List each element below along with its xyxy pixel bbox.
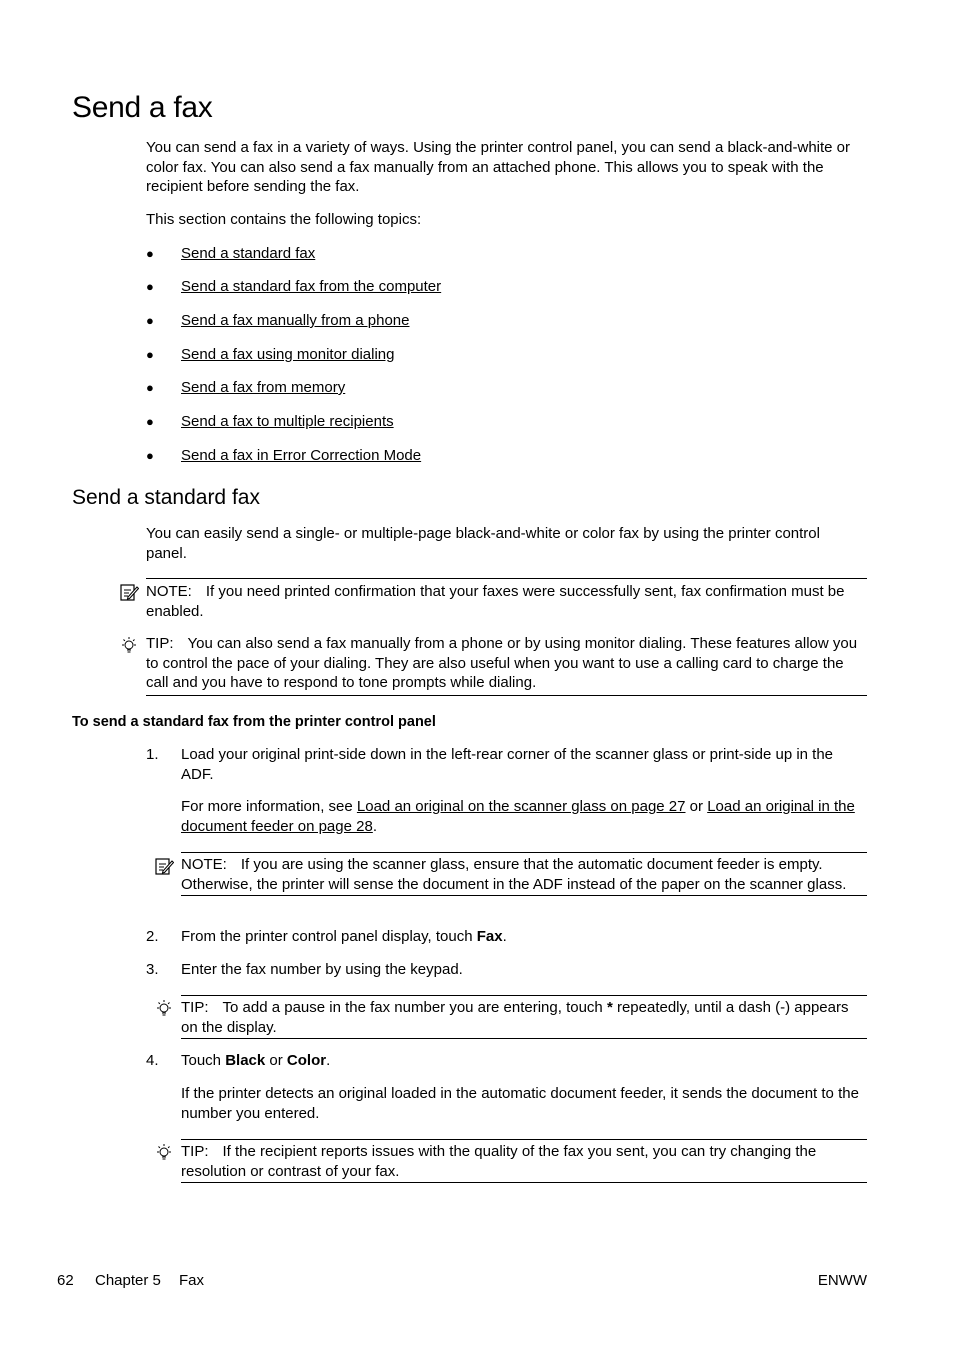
color-button-ref: Color: [286, 1052, 327, 1069]
step-number: 2.: [146, 928, 159, 945]
note-text: If you need printed confirmation that yo…: [146, 583, 845, 620]
lightbulb-icon: [157, 1144, 171, 1160]
topic-link[interactable]: Send a fax manually from a phone: [181, 311, 409, 331]
step-number: 3.: [146, 961, 159, 978]
intro-paragraph: You can send a fax in a variety of ways.…: [146, 139, 851, 195]
note-box: NOTE: If you need printed confirmation th…: [120, 578, 867, 621]
more-info-mid: or: [685, 798, 708, 815]
step-text: Touch Black or Color.: [181, 1051, 330, 1071]
tip-text: You can also send a fax manually from a …: [146, 635, 858, 691]
step-number: 4.: [146, 1052, 159, 1069]
note-text: If you are using the scanner glass, ensu…: [181, 856, 847, 893]
tip-box: TIP: If the recipient reports issues with…: [157, 1139, 867, 1183]
procedure-title: To send a standard fax from the printer …: [72, 714, 436, 730]
page-number: 62: [57, 1272, 74, 1289]
bullet-icon: ●: [146, 347, 154, 362]
chapter-title: Fax: [179, 1272, 205, 1289]
tip-text: If the recipient reports issues with the…: [181, 1143, 817, 1180]
step-text: From the printer control panel display, …: [181, 927, 507, 947]
step-text-suffix: .: [326, 1052, 331, 1069]
chapter-label: Chapter 5: [95, 1272, 161, 1289]
bullet-icon: ●: [146, 414, 154, 429]
note-label: NOTE:: [181, 856, 227, 873]
doc-code: ENWW: [817, 1272, 867, 1289]
topics-intro: This section contains the following topi…: [146, 211, 422, 228]
topic-link[interactable]: Send a standard fax from the computer: [181, 277, 441, 297]
bullet-icon: ●: [146, 380, 154, 395]
note-label: NOTE:: [146, 583, 192, 600]
topic-link[interactable]: Send a fax using monitor dialing: [181, 345, 394, 365]
tip-text-prefix: To add a pause in the fax number you are…: [222, 999, 607, 1016]
bullet-icon: ●: [146, 448, 154, 463]
tip-label: TIP:: [146, 635, 174, 652]
step-text: Load your original print-side down in th…: [181, 746, 834, 783]
more-info-prefix: For more information, see: [181, 798, 357, 815]
step-text-mid: or: [265, 1052, 287, 1069]
section-title: Send a standard fax: [72, 486, 260, 509]
link-scanner-glass[interactable]: Load an original on the scanner glass on…: [357, 798, 686, 815]
more-info-suffix: .: [372, 817, 377, 835]
tip-box: TIP: You can also send a fax manually fro…: [122, 634, 867, 696]
topic-link[interactable]: Send a fax in Error Correction Mode: [181, 446, 421, 466]
bullet-icon: ●: [146, 246, 154, 261]
step-more-info: If the printer detects an original loade…: [181, 1085, 859, 1122]
lightbulb-icon: [157, 1000, 171, 1016]
lightbulb-icon: [122, 637, 136, 653]
bullet-icon: ●: [146, 313, 154, 328]
step-text: Enter the fax number by using the keypad…: [181, 961, 463, 978]
topic-link[interactable]: Send a fax to multiple recipients: [181, 412, 394, 432]
tip-label: TIP:: [181, 999, 209, 1016]
fax-button-ref: Fax: [476, 928, 503, 945]
note-icon: [155, 858, 174, 875]
section-intro: You can easily send a single- or multipl…: [146, 525, 820, 562]
step-more-info: For more information, see Load an origin…: [181, 797, 867, 836]
tip-label: TIP:: [181, 1143, 209, 1160]
note-box: NOTE: If you are using the scanner glass,…: [155, 852, 867, 896]
black-button-ref: Black: [225, 1052, 266, 1069]
tip-box: TIP: To add a pause in the fax number you…: [157, 995, 867, 1039]
topic-link[interactable]: Send a fax from memory: [181, 378, 345, 398]
step-number: 1.: [146, 746, 159, 763]
note-icon: [120, 584, 139, 601]
step-text-prefix: Touch: [181, 1052, 226, 1069]
bullet-icon: ●: [146, 279, 154, 294]
step-text-prefix: From the printer control panel display, …: [181, 928, 477, 945]
step-text-suffix: .: [502, 928, 507, 945]
topic-link[interactable]: Send a standard fax: [181, 244, 315, 264]
page-title: Send a fax: [72, 91, 213, 124]
